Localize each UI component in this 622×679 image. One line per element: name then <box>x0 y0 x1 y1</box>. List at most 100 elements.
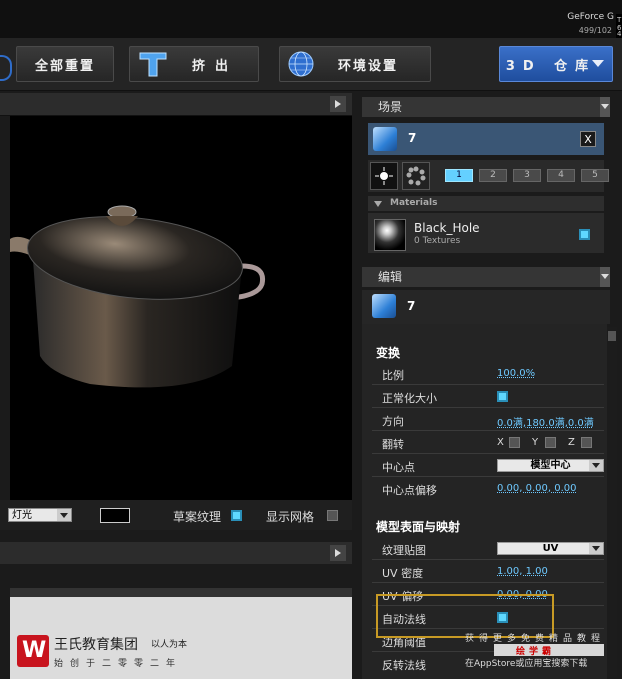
edit-title: 编辑 <box>378 270 403 284</box>
viewport-header <box>0 93 352 116</box>
light-icon-glyph <box>375 167 393 185</box>
flip-x-checkbox[interactable] <box>509 437 520 448</box>
material-item[interactable]: Black_Hole 0 Textures <box>368 213 604 253</box>
row-divider <box>372 476 604 477</box>
uv-density-value[interactable]: 1.00, 1.00 <box>497 566 548 577</box>
uv-density-label: UV 密度 <box>382 567 424 580</box>
normalize-size-label: 正常化大小 <box>382 392 437 405</box>
layer-label: 2 <box>490 170 496 180</box>
scene-object-row[interactable]: 7 X <box>368 123 604 155</box>
viewport-controls: 灯光 草案纹理 显示网格 <box>0 500 352 530</box>
sketch-texture-checkbox[interactable] <box>231 510 242 521</box>
cube-icon <box>372 294 396 318</box>
chevron-down-icon[interactable] <box>600 97 610 117</box>
cube-icon <box>373 127 397 151</box>
promo-text: 获得更多免费精品教程 <box>465 634 606 644</box>
row-divider <box>372 407 604 408</box>
chevron-down-icon <box>589 543 603 554</box>
globe-icon <box>288 51 314 77</box>
gpu-label: GeForce G <box>567 12 614 22</box>
layer-label: 1 <box>456 170 462 180</box>
partial-button-left[interactable] <box>0 55 12 81</box>
show-grid-checkbox[interactable] <box>327 510 338 521</box>
extrude-icon <box>139 52 167 77</box>
row-divider <box>372 582 604 583</box>
sketch-texture-label: 草案纹理 <box>173 510 222 524</box>
promo-download-text: 在AppStore或应用宝搜索下载 <box>465 659 588 669</box>
layer-button-4[interactable]: 4 <box>547 169 575 182</box>
3d-viewport[interactable] <box>10 116 352 500</box>
pivot-offset-value[interactable]: 0.00, 0.00, 0.00 <box>497 483 577 494</box>
material-texture-count: 0 Textures <box>414 236 461 246</box>
layer-label: 3 <box>524 170 530 180</box>
scene-title: 场景 <box>378 100 403 114</box>
row-divider <box>372 384 604 385</box>
environment-settings-button[interactable]: 环境设置 <box>279 46 431 82</box>
flip-z-label: Z <box>568 437 575 448</box>
edit-panel-title: 编辑 <box>362 267 610 287</box>
3d-repository-label: 3D 仓库 <box>505 58 597 74</box>
layer-button-3[interactable]: 3 <box>513 169 541 182</box>
flip-x-label: X <box>497 437 504 448</box>
scale-value[interactable]: 100.0% <box>497 368 535 379</box>
lower-panel-bar <box>10 588 352 597</box>
flip-y-label: Y <box>532 437 539 448</box>
background-color-swatch[interactable] <box>100 508 130 523</box>
3d-repository-dropdown[interactable]: 3D 仓库 <box>499 46 613 82</box>
materials-header[interactable]: Materials <box>368 196 604 211</box>
light-select[interactable]: 灯光 <box>8 508 72 522</box>
properties-scrollbar[interactable] <box>607 327 617 677</box>
chevron-down-icon <box>374 201 382 207</box>
scene-object-name: 7 <box>408 131 417 145</box>
company-since: 始创于二零零二年 <box>54 659 183 669</box>
scene-panel-title: 场景 <box>362 97 610 117</box>
light-icon[interactable] <box>370 162 398 190</box>
flip-normals-label: 反转法线 <box>382 659 426 672</box>
row-divider <box>372 559 604 560</box>
material-checkbox[interactable] <box>579 229 590 240</box>
close-button[interactable]: X <box>580 131 596 147</box>
texture-map-select[interactable]: UV <box>497 542 604 555</box>
close-label: X <box>584 133 592 146</box>
chevron-down-icon <box>589 460 603 471</box>
extrude-button[interactable]: 挤出 <box>129 46 259 82</box>
scale-label: 比例 <box>382 369 404 382</box>
paint-dots-icon[interactable] <box>402 162 430 190</box>
transform-section-title: 变换 <box>376 346 401 360</box>
company-name: 王氏教育集团 <box>54 637 138 653</box>
layer-label: 5 <box>592 170 598 180</box>
pivot-select[interactable]: 模型中心 <box>497 459 604 472</box>
light-select-value: 灯光 <box>12 510 32 521</box>
direction-value[interactable]: 0.0满,180.0满,0.0满 <box>497 414 594 429</box>
lower-panel-header <box>0 542 352 564</box>
layer-button-2[interactable]: 2 <box>479 169 507 182</box>
company-logo <box>17 635 49 667</box>
extrude-label: 挤出 <box>192 58 239 74</box>
surface-mapping-section-title: 模型表面与映射 <box>376 520 461 534</box>
show-grid-label: 显示网格 <box>266 510 315 524</box>
flip-z-checkbox[interactable] <box>581 437 592 448</box>
layer-button-5[interactable]: 5 <box>581 169 609 182</box>
flip-label: 翻转 <box>382 438 404 451</box>
chevron-right-icon[interactable] <box>330 96 346 112</box>
chevron-down-icon[interactable] <box>600 267 610 287</box>
chevron-down-icon <box>57 509 71 521</box>
company-motto: 以人为本 <box>151 640 188 650</box>
promo-badge: 绘学霸 <box>494 644 604 657</box>
reset-all-label: 全部重置 <box>34 58 95 74</box>
chevron-down-icon <box>592 60 604 67</box>
pivot-select-value: 模型中心 <box>530 460 571 471</box>
materials-label: Materials <box>390 198 438 208</box>
chevron-right-icon[interactable] <box>330 545 346 561</box>
layer-label: 4 <box>558 170 564 180</box>
row-divider <box>372 430 604 431</box>
texture-map-label: 纹理贴图 <box>382 544 426 557</box>
dots-glyph <box>406 166 426 186</box>
gpu-sub-label: 499/102 <box>578 26 612 35</box>
flip-y-checkbox[interactable] <box>545 437 556 448</box>
environment-settings-label: 环境设置 <box>338 58 399 74</box>
normalize-size-checkbox[interactable] <box>497 391 508 402</box>
layer-button-1[interactable]: 1 <box>445 169 473 182</box>
scrollbar-thumb[interactable] <box>608 331 616 341</box>
reset-all-button[interactable]: 全部重置 <box>16 46 114 82</box>
